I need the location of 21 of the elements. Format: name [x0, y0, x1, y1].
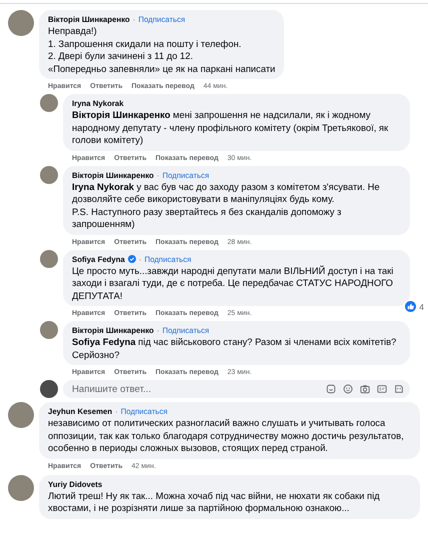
- avatar[interactable]: [40, 380, 58, 398]
- reply-field[interactable]: Напишите ответ...: [63, 380, 410, 398]
- sticker-face-icon[interactable]: [394, 384, 404, 394]
- avatar[interactable]: [40, 94, 58, 112]
- reaction-count: 4: [419, 302, 424, 312]
- comment-text: Це просто муть...завжди народні депутати мали ВІЛЬНИЙ доступ і на такі заходи і взагалі туди, де є потреба. Це передбачає СТАТУС НАРОДНОГО ДЕПУТАТА!: [72, 264, 394, 302]
- comment-text: независимо от политических разногласий важно слушать и учитывать голоса оппозиции, так как только благодаря сотрудничеству можно достичь результатов, особенно в периоды сложных вызовов, стоящих перед страной.: [48, 417, 405, 454]
- sticker-icon[interactable]: [326, 384, 336, 394]
- comment-text: Sofiya Fedyna під час військового стану? Разом зі членами всіх комітетів? Серйозно?: [72, 336, 398, 361]
- camera-icon[interactable]: [360, 384, 370, 394]
- emoji-icon[interactable]: [343, 384, 353, 394]
- comment-text: Лютий треш! Ну як так... Можна хочаб під час війни, не нюхати як собаки під хвостами, і не розрізняти лише за партійною формальною ознакою...: [48, 490, 381, 514]
- avatar[interactable]: [40, 250, 58, 268]
- comment-text: Iryna Nykorak у вас був час до заходу разом з комітетом з'ясувати. Не дозволяйте себе використовувати в маніпуляціях будь кому. P.S. Наступного разу звертайтесь я без скандалів допоможу з запрошенням): [72, 180, 381, 230]
- avatar[interactable]: [40, 166, 58, 184]
- avatar[interactable]: [8, 10, 34, 36]
- avatar[interactable]: [8, 402, 34, 428]
- avatar[interactable]: [8, 474, 34, 500]
- comment-text: Неправда!) 1. Запрошення скидали на пошту і телефон. 2. Двері були зачинені з 11 до 12. «Попередньо запевняли» це як на паркані написати: [48, 25, 276, 75]
- avatar[interactable]: [40, 321, 58, 339]
- comment-text: Вікторія Шинкаренко мені запрошення не надсилали, як і жодному народному депутату - члену профільного комітету (окрім Третьякової, як голови комітету): [72, 109, 390, 146]
